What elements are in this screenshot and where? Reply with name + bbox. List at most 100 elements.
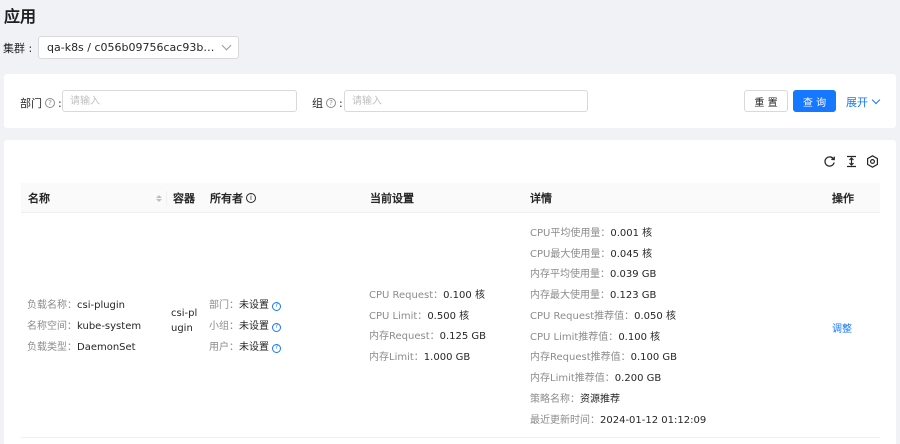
group-input[interactable] bbox=[344, 90, 588, 112]
container-name: csi-plugin bbox=[171, 308, 198, 334]
detail-label: CPU平均使用量： bbox=[530, 228, 611, 239]
label-colon: : bbox=[339, 96, 343, 110]
owner-department-value: 未设置 bbox=[239, 300, 269, 311]
detail-value: 0.100 核 bbox=[618, 332, 661, 343]
department-input[interactable] bbox=[62, 90, 297, 112]
question-circle-icon[interactable]: ? bbox=[272, 301, 281, 311]
reload-icon[interactable] bbox=[822, 154, 836, 168]
detail-line: CPU平均使用量：0.001 核 bbox=[530, 224, 652, 239]
detail-value: 0.045 核 bbox=[610, 249, 653, 260]
owner-department-label: 部门： bbox=[209, 300, 239, 311]
namespace-line: 名称空间：kube-system bbox=[27, 317, 141, 332]
column-divider bbox=[166, 191, 167, 205]
column-height-icon[interactable] bbox=[844, 154, 858, 168]
query-button[interactable]: 查 询 bbox=[793, 90, 836, 112]
detail-label: 内存Limit推荐值： bbox=[530, 373, 615, 384]
question-circle-icon[interactable]: ? bbox=[326, 98, 336, 108]
current-mem-limit-label: 内存Limit： bbox=[369, 352, 424, 363]
setting-icon[interactable] bbox=[865, 154, 879, 168]
workload-type-value: DaemonSet bbox=[77, 342, 136, 353]
current-mem-request: 内存Request：0.125 GB bbox=[369, 327, 486, 342]
detail-label: CPU Limit推荐值： bbox=[530, 332, 619, 343]
question-circle-icon[interactable]: ? bbox=[272, 343, 281, 353]
group-field-label: 组 ? : bbox=[312, 95, 343, 111]
detail-label: 内存平均使用量： bbox=[530, 269, 610, 280]
current-cpu-request: CPU Request：0.100 核 bbox=[369, 286, 485, 301]
current-mem-request-label: 内存Request： bbox=[369, 331, 440, 342]
owner-department-line: 部门：未设置? bbox=[209, 296, 281, 311]
current-cpu-request-label: CPU Request： bbox=[369, 290, 444, 301]
question-circle-icon[interactable]: ? bbox=[272, 322, 281, 332]
workload-name-line: 负载名称：csi-plugin bbox=[27, 296, 125, 311]
detail-label: 内存Request推荐值： bbox=[530, 352, 631, 363]
owner-user-line: 用户：未设置? bbox=[209, 338, 281, 353]
current-cpu-limit-value: 0.500 核 bbox=[427, 311, 470, 322]
current-cpu-request-value: 0.100 核 bbox=[443, 290, 485, 301]
workload-type-line: 负载类型：DaemonSet bbox=[27, 338, 136, 353]
detail-value: 0.001 核 bbox=[610, 228, 653, 239]
column-title-owner: 所有者 bbox=[210, 192, 243, 205]
table-panel: 名称 容器 所有者 i 当前设置 详情 操作 负载名称：csi-plugin 名… bbox=[4, 140, 896, 444]
adjust-link[interactable]: 调整 bbox=[832, 320, 852, 335]
column-header-current: 当前设置 bbox=[370, 183, 414, 213]
column-title-name: 名称 bbox=[28, 192, 50, 205]
detail-value: 2024-01-12 01:12:09 bbox=[600, 415, 707, 426]
current-mem-limit: 内存Limit：1.000 GB bbox=[369, 348, 470, 363]
column-title-current: 当前设置 bbox=[370, 192, 414, 205]
department-field-label: 部门 ? : bbox=[20, 95, 62, 111]
owner-user-label: 用户： bbox=[209, 342, 239, 353]
detail-value: 0.050 核 bbox=[634, 311, 676, 322]
owner-user-value: 未设置 bbox=[239, 342, 269, 353]
detail-value: 资源推荐 bbox=[580, 394, 620, 405]
column-title-container: 容器 bbox=[173, 192, 195, 205]
cluster-select-value: qa-k8s / c056b09756cac93b22f1ac2... bbox=[47, 41, 217, 54]
cluster-label: 集群 : bbox=[3, 42, 33, 55]
expand-toggle[interactable]: 展开 bbox=[846, 94, 881, 110]
current-cpu-limit-label: CPU Limit： bbox=[369, 311, 428, 322]
owner-group-value: 未设置 bbox=[239, 321, 269, 332]
group-label: 组 bbox=[312, 97, 323, 110]
owner-group-label: 小组： bbox=[209, 321, 239, 332]
column-header-action: 操作 bbox=[832, 183, 854, 213]
current-mem-request-value: 0.125 GB bbox=[439, 331, 487, 342]
workload-name-label: 负载名称： bbox=[27, 300, 77, 311]
workload-name-value: csi-plugin bbox=[77, 300, 126, 311]
expand-label: 展开 bbox=[846, 96, 868, 109]
detail-label: CPU Request推荐值： bbox=[530, 311, 635, 322]
column-header-container: 容器 bbox=[173, 183, 195, 213]
namespace-value: kube-system bbox=[77, 321, 142, 332]
info-circle-icon[interactable]: i bbox=[246, 193, 256, 203]
owner-group-line: 小组：未设置? bbox=[209, 317, 281, 332]
cluster-selector-row: 集群 : qa-k8s / c056b09756cac93b22f1ac2... bbox=[3, 36, 239, 59]
detail-label: 内存最大使用量： bbox=[530, 290, 610, 301]
detail-line: CPU最大使用量：0.045 核 bbox=[530, 245, 652, 260]
detail-line: 最近更新时间：2024-01-12 01:12:09 bbox=[530, 411, 706, 426]
detail-value: 0.200 GB bbox=[614, 373, 662, 384]
detail-label: CPU最大使用量： bbox=[530, 249, 611, 260]
detail-line: 内存Limit推荐值：0.200 GB bbox=[530, 369, 661, 384]
page-title: 应用 bbox=[4, 7, 37, 26]
column-header-name[interactable]: 名称 bbox=[28, 183, 162, 213]
sort-icon[interactable] bbox=[156, 194, 162, 202]
detail-label: 最近更新时间： bbox=[530, 415, 600, 426]
table-row: 负载名称：csi-plugin 名称空间：kube-system 负载类型：Da… bbox=[21, 213, 880, 438]
column-title-details: 详情 bbox=[530, 192, 552, 205]
detail-line: CPU Limit推荐值：0.100 核 bbox=[530, 328, 660, 343]
chevron-down-icon bbox=[871, 95, 881, 105]
chevron-down-icon bbox=[221, 40, 232, 51]
reset-button[interactable]: 重 置 bbox=[744, 90, 788, 112]
cluster-select[interactable]: qa-k8s / c056b09756cac93b22f1ac2... bbox=[38, 36, 239, 59]
department-label: 部门 bbox=[20, 97, 42, 110]
namespace-label: 名称空间： bbox=[27, 321, 77, 332]
filter-panel: 部门 ? : 组 ? : 重 置 查 询 展开 bbox=[4, 74, 896, 128]
detail-value: 0.100 GB bbox=[630, 352, 678, 363]
detail-line: 内存最大使用量：0.123 GB bbox=[530, 286, 656, 301]
question-circle-icon[interactable]: ? bbox=[45, 98, 55, 108]
current-mem-limit-value: 1.000 GB bbox=[423, 352, 471, 363]
detail-value: 0.039 GB bbox=[610, 269, 657, 280]
workload-type-label: 负载类型： bbox=[27, 342, 77, 353]
column-header-details: 详情 bbox=[530, 183, 552, 213]
current-cpu-limit: CPU Limit：0.500 核 bbox=[369, 307, 469, 322]
detail-line: 内存平均使用量：0.039 GB bbox=[530, 265, 656, 280]
detail-line: 策略名称：资源推荐 bbox=[530, 390, 620, 405]
